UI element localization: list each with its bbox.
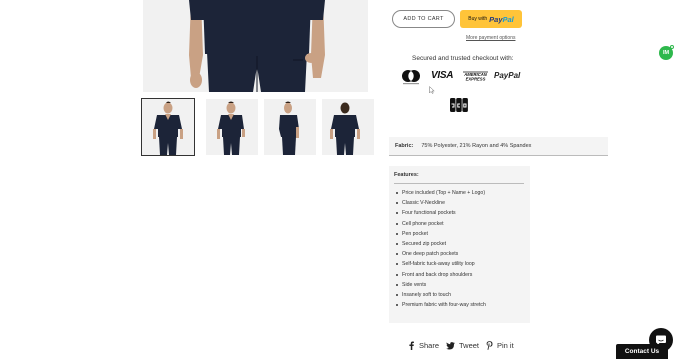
feature-item: Cell phone pocket xyxy=(394,220,530,230)
fabric-info: Fabric: 75% Polyester, 21% Rayon and 4% … xyxy=(389,137,608,156)
thumbnail-back[interactable] xyxy=(322,99,374,155)
contact-us-button[interactable]: Contact Us xyxy=(616,344,668,359)
feature-item: Self-fabric tuck-away utility loop xyxy=(394,260,530,270)
twitter-icon xyxy=(446,341,455,349)
main-product-image xyxy=(143,0,368,92)
mouse-cursor-icon xyxy=(429,86,435,94)
features-title: Features: xyxy=(394,172,524,184)
pin-it-button[interactable]: Pin it xyxy=(486,341,514,350)
im-chat-badge[interactable]: IM xyxy=(659,45,674,60)
features-panel: Features: Price included (Top + Name + L… xyxy=(389,166,530,323)
features-list: Price included (Top + Name + Logo) Class… xyxy=(394,189,530,311)
tweet-button[interactable]: Tweet xyxy=(446,341,479,350)
svg-text:EXPRESS: EXPRESS xyxy=(466,77,486,82)
im-badge-label: IM xyxy=(662,50,670,56)
thumbnail-side[interactable] xyxy=(264,99,316,155)
secured-checkout-text: Secured and trusted checkout with: xyxy=(412,55,514,62)
paypal-icon: PayPal xyxy=(494,71,521,80)
share-label: Share xyxy=(419,341,440,350)
feature-item: Insanely soft to touch xyxy=(394,291,530,301)
paypal-word-1: Pay xyxy=(489,14,503,24)
thumbnail-front[interactable] xyxy=(141,98,195,156)
paypal-word-2: Pal xyxy=(502,14,514,24)
pin-it-label: Pin it xyxy=(497,341,514,350)
jcb-icon xyxy=(450,98,468,112)
paypal-buy-label: Buy with xyxy=(468,16,488,22)
feature-item: Price included (Top + Name + Logo) xyxy=(394,189,530,199)
more-payment-options-link[interactable]: More payment options xyxy=(466,35,515,41)
feature-item: Four functional pockets xyxy=(394,209,530,219)
feature-item: One deep patch pockets xyxy=(394,250,530,260)
feature-item: Side vents xyxy=(394,281,530,291)
tweet-label: Tweet xyxy=(459,341,480,350)
feature-item: Premium fabric with four-way stretch xyxy=(394,301,530,311)
share-facebook-button[interactable]: Share xyxy=(408,341,439,350)
mastercard-icon xyxy=(402,70,420,85)
online-dot-icon xyxy=(670,45,674,49)
thumbnail-front-pose[interactable] xyxy=(206,99,258,155)
feature-item: Pen pocket xyxy=(394,230,530,240)
feature-item: Secured zip pocket xyxy=(394,240,530,250)
fabric-value: 75% Polyester, 21% Rayon and 4% Spandex xyxy=(421,143,532,149)
fabric-label: Fabric: xyxy=(395,143,414,149)
add-to-cart-button[interactable]: ADD TO CART xyxy=(392,10,455,28)
feature-item: Front and back drop shoulders xyxy=(394,271,530,281)
paypal-buy-button[interactable]: Buy with Pay Pal xyxy=(460,10,522,28)
pinterest-icon xyxy=(486,341,493,350)
visa-icon: VISA xyxy=(431,70,454,81)
feature-item: Classic V-Neckline xyxy=(394,199,530,209)
product-page: ADD TO CART Buy with Pay Pal More paymen… xyxy=(0,0,680,359)
facebook-icon xyxy=(409,341,414,350)
amex-icon: AMERICAN EXPRESS xyxy=(462,71,489,82)
